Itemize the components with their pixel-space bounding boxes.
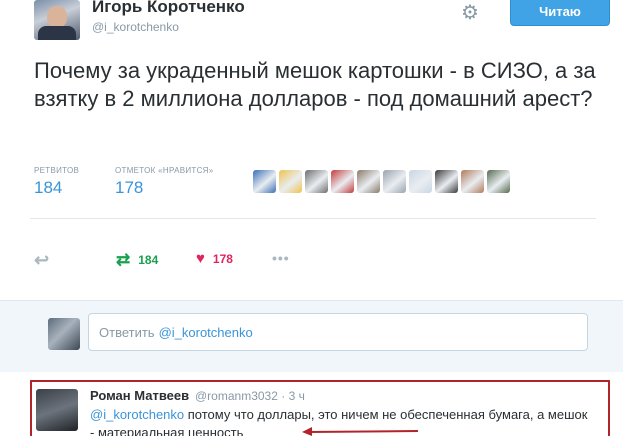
heart-icon: ♥ <box>196 250 205 267</box>
liker-avatar[interactable] <box>357 170 380 193</box>
retweets-count: 184 <box>34 178 63 197</box>
more-button[interactable]: ••• <box>272 250 290 266</box>
annotation-arrow <box>302 427 419 436</box>
gear-icon[interactable]: ⚙ <box>459 2 481 24</box>
liker-avatar[interactable] <box>383 170 406 193</box>
likes-label: ОТМЕТОК «НРАВИТСЯ» <box>115 166 214 175</box>
liker-avatar[interactable] <box>305 170 328 193</box>
tweet-actions: ↩ ⇄ 184 ♥ 178 ••• <box>34 250 334 272</box>
reply-input[interactable]: Ответить @i_korotchenko <box>88 313 588 351</box>
avatar-suit <box>38 26 76 40</box>
reply-input-mention: @i_korotchenko <box>158 324 253 340</box>
likes-stat[interactable]: ОТМЕТОК «НРАВИТСЯ» 178 <box>115 166 213 198</box>
like-button[interactable]: ♥ 178 <box>196 250 233 267</box>
likes-count: 178 <box>115 178 144 197</box>
liker-avatar[interactable] <box>279 170 302 193</box>
liker-avatar[interactable] <box>461 170 484 193</box>
liker-avatar[interactable] <box>253 170 276 193</box>
current-user-avatar <box>48 318 80 350</box>
reply-button[interactable]: ↩ <box>34 250 49 271</box>
reply-time[interactable]: 3 ч <box>289 389 305 403</box>
retweet-icon: ⇄ <box>116 250 131 269</box>
reply-arrow-icon: ↩ <box>34 250 50 270</box>
reply-author-name[interactable]: Роман Матвеев <box>90 388 189 403</box>
author-handle[interactable]: @i_korotchenko <box>92 20 179 34</box>
tweet-header: Игорь Коротченко @i_korotchenko ⚙ Читаю <box>0 0 623 48</box>
liker-avatar[interactable] <box>487 170 510 193</box>
retweet-count: 184 <box>138 253 159 267</box>
liker-avatar[interactable] <box>409 170 432 193</box>
reply-mention[interactable]: @i_korotchenko <box>90 407 184 422</box>
reply-input-prefix: Ответить <box>99 324 155 340</box>
author-avatar[interactable] <box>34 0 80 40</box>
retweet-button[interactable]: ⇄ 184 <box>116 250 158 270</box>
author-name[interactable]: Игорь Коротченко <box>92 0 245 17</box>
liker-avatars <box>253 170 510 193</box>
avatar-face <box>47 6 67 28</box>
tweet-text: Почему за украденный мешок картошки - в … <box>34 58 596 111</box>
retweets-label: РЕТВИТОВ <box>34 166 80 175</box>
ellipsis-icon: ••• <box>272 250 290 266</box>
follow-button[interactable]: Читаю <box>510 0 610 26</box>
retweets-stat[interactable]: РЕТВИТОВ 184 <box>34 166 79 198</box>
liker-avatar[interactable] <box>331 170 354 193</box>
reply-meta: @romanm3032 · 3 ч <box>195 389 305 403</box>
reply-author-avatar[interactable] <box>36 389 78 431</box>
like-count: 178 <box>212 251 233 266</box>
reply-author-handle[interactable]: @romanm3032 <box>195 389 278 403</box>
liker-avatar[interactable] <box>435 170 458 193</box>
divider <box>30 218 596 219</box>
tweet-stats: РЕТВИТОВ 184 ОТМЕТОК «НРАВИТСЯ» 178 <box>34 166 594 206</box>
reply-separator: · <box>281 389 286 403</box>
